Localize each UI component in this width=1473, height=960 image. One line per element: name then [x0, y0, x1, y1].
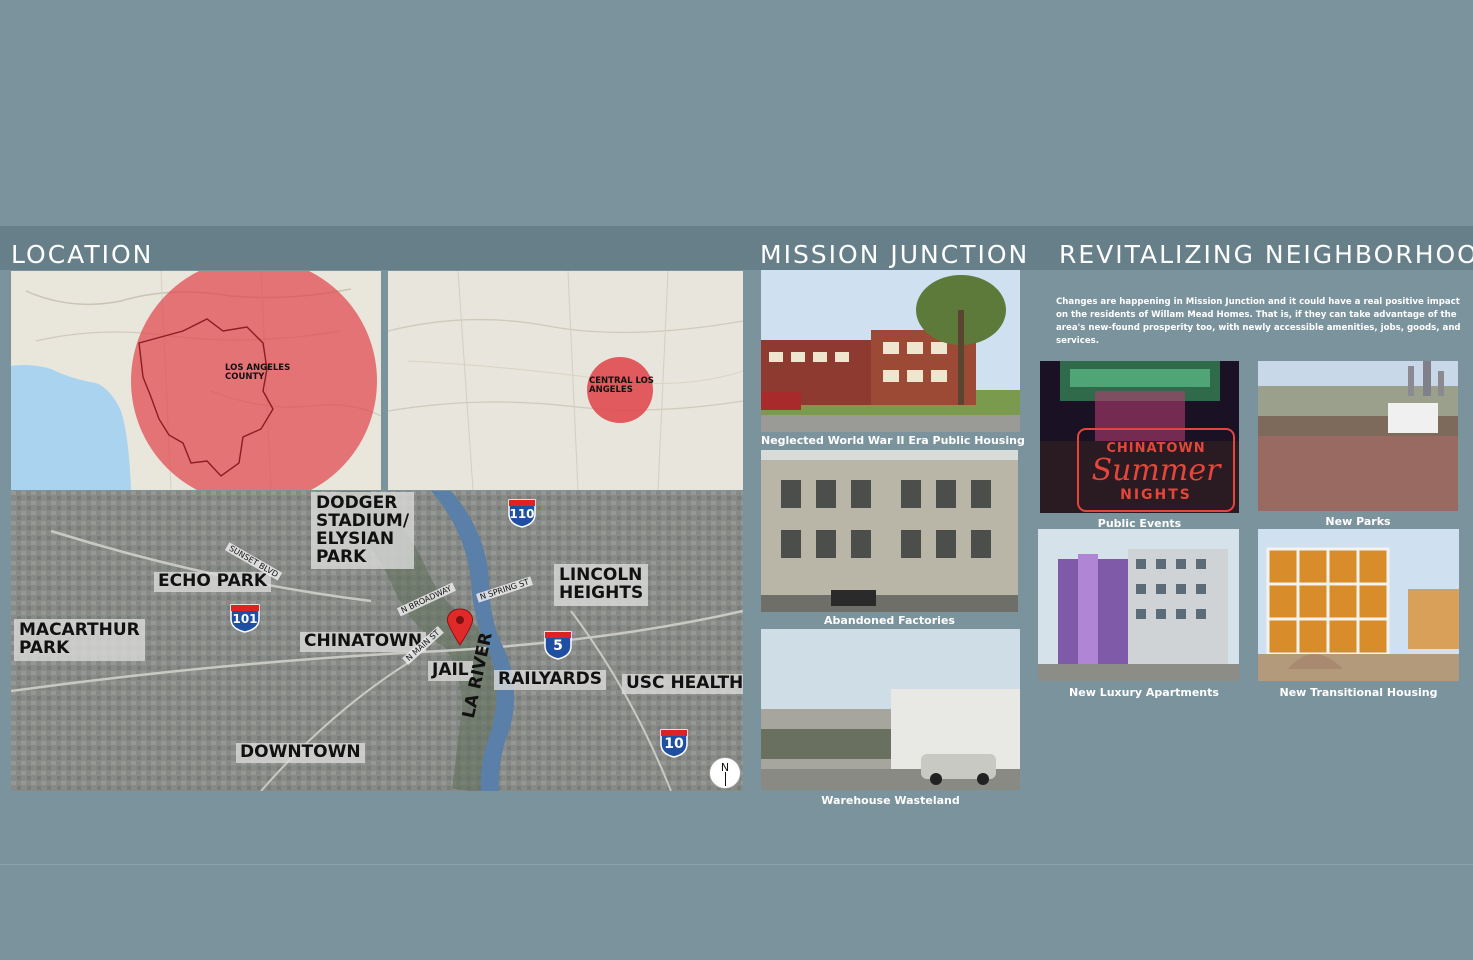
- label-lincoln-heights: LINCOLN HEIGHTS: [554, 564, 649, 606]
- caption-warehouse-wasteland: Warehouse Wasteland: [821, 794, 960, 807]
- north-arrow-icon: N: [709, 757, 741, 789]
- label-chinatown: CHINATOWN: [300, 632, 427, 652]
- caption-luxury-apartments: New Luxury Apartments: [1069, 686, 1219, 699]
- label-railyards: RAILYARDS: [494, 670, 607, 690]
- revitalizing-intro: Changes are happening in Mission Junctio…: [1056, 297, 1461, 346]
- caption-abandoned-factories: Abandoned Factories: [824, 614, 955, 627]
- photo-abandoned-factories: [761, 450, 1018, 612]
- sign-summer-text: Summer: [1091, 453, 1221, 488]
- label-dodger-stadium: DODGER STADIUM/ ELYSIAN PARK: [311, 492, 415, 570]
- caption-new-parks: New Parks: [1325, 515, 1391, 528]
- aerial-map: DODGER STADIUM/ ELYSIAN PARK ECHO PARK L…: [11, 491, 743, 791]
- caption-public-housing: Neglected World War II Era Public Housin…: [761, 434, 1025, 447]
- label-usc-health: USC HEALTH: [622, 674, 743, 694]
- label-echo-park: ECHO PARK: [154, 572, 272, 592]
- central-label: CENTRAL LOS ANGELES: [589, 376, 654, 396]
- highway-110-shield-icon: 110: [507, 496, 537, 532]
- county-map-svg: [11, 271, 381, 490]
- section-title-location: LOCATION: [11, 240, 154, 269]
- county-label: LOS ANGELES COUNTY: [225, 363, 291, 383]
- section-title-revitalizing: REVITALIZING NEIGHBORHOOD: [1059, 240, 1473, 269]
- central-map-svg: [388, 271, 743, 490]
- county-map: LOS ANGELES COUNTY: [11, 271, 381, 490]
- caption-transitional-housing: New Transitional Housing: [1279, 686, 1438, 699]
- section-title-mission-junction: MISSION JUNCTION: [760, 240, 1030, 269]
- central-map: CENTRAL LOS ANGELES: [388, 271, 743, 490]
- sign-nights-text: NIGHTS: [1120, 487, 1192, 503]
- photo-new-parks: [1258, 361, 1458, 511]
- photo-luxury-apartments: [1038, 529, 1239, 681]
- photo-warehouse-wasteland: [761, 629, 1020, 790]
- label-macarthur-park: MACARTHUR PARK: [14, 619, 145, 661]
- photo-public-events: CHINATOWN Summer NIGHTS: [1040, 361, 1239, 513]
- photo-transitional-housing: [1258, 529, 1459, 681]
- highway-10-shield-icon: 10: [659, 726, 689, 762]
- photo-public-housing: [761, 270, 1020, 432]
- highway-101-shield-icon: 101: [229, 601, 261, 637]
- divider: [0, 864, 1473, 865]
- label-downtown: DOWNTOWN: [236, 743, 365, 763]
- highway-5-shield-icon: 5: [543, 628, 573, 664]
